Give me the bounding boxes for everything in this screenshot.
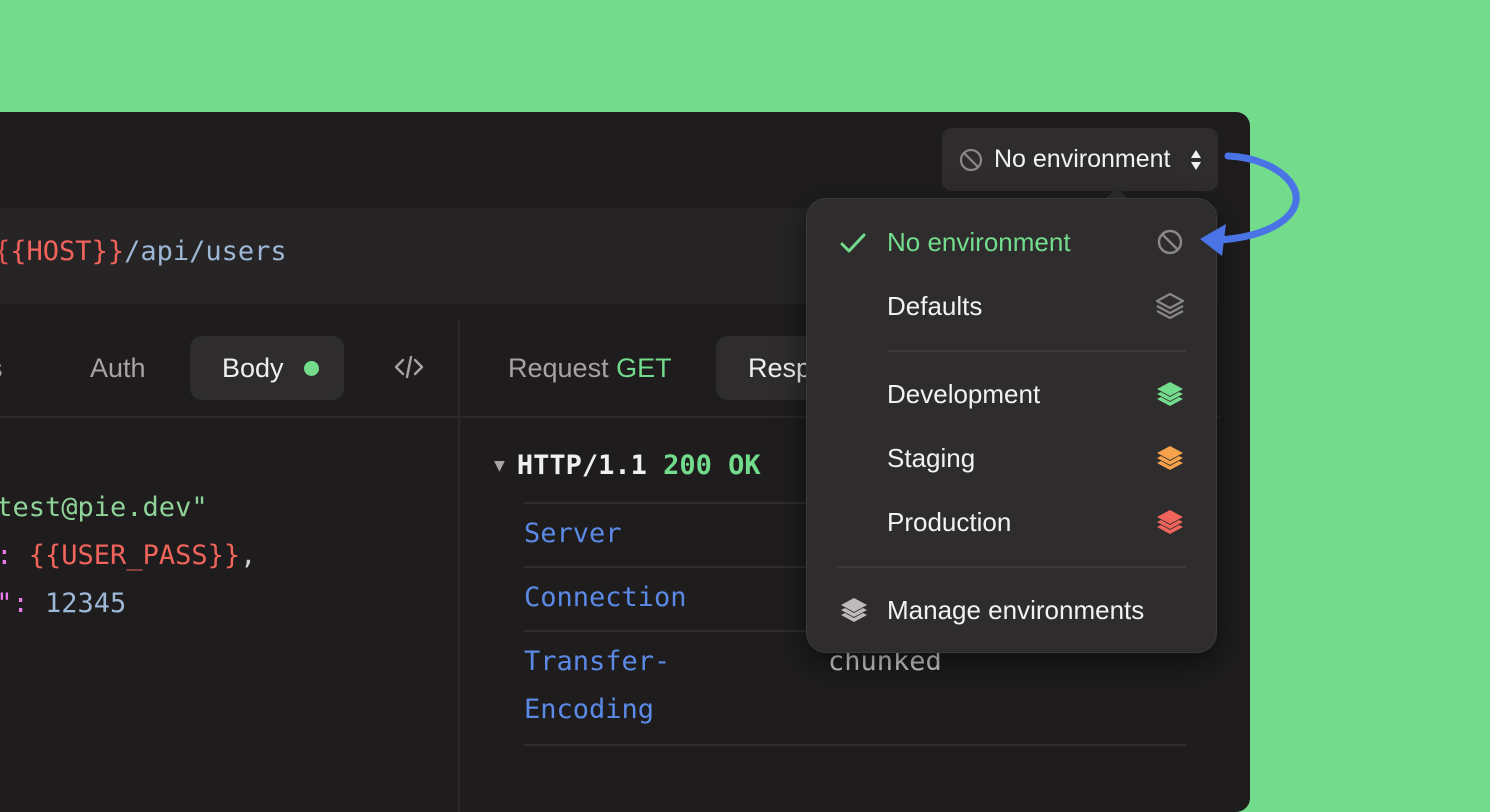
status-line[interactable]: ▼ HTTP/1.1 200 OK xyxy=(494,450,761,481)
request-body-editor[interactable]: "test@pie.dev" ": {{USER_PASS}}, d": 123… xyxy=(0,492,256,647)
header-name: Connection xyxy=(524,582,687,613)
code-icon[interactable] xyxy=(394,352,424,382)
tab-request[interactable]: Request GET xyxy=(508,336,672,400)
url-var-name: HOST xyxy=(26,236,92,267)
environment-selector-button[interactable]: No environment xyxy=(942,128,1218,191)
menu-item-label: No environment xyxy=(887,227,1071,257)
menu-item-label: Manage environments xyxy=(887,595,1145,625)
top-bar: No environment xyxy=(0,112,1250,208)
menu-item-label: Production xyxy=(887,507,1012,537)
code-key: ": xyxy=(0,540,29,571)
header-name: Server xyxy=(524,518,622,549)
layers-icon xyxy=(1157,382,1183,406)
collapse-triangle-icon[interactable]: ▼ xyxy=(494,455,505,476)
modified-dot-icon xyxy=(304,361,319,376)
menu-divider xyxy=(887,350,1186,352)
menu-item-development[interactable]: Development xyxy=(807,367,1216,423)
code-number: 12345 xyxy=(45,588,127,619)
layers-icon xyxy=(1157,446,1183,470)
menu-item-manage-environments[interactable]: Manage environments xyxy=(807,583,1216,639)
code-string: "test@pie.dev" xyxy=(0,492,208,523)
request-method: GET xyxy=(616,353,672,383)
code-line: "test@pie.dev" xyxy=(0,492,208,532)
menu-item-no-environment[interactable]: No environment xyxy=(807,215,1216,271)
layers-icon xyxy=(841,598,867,622)
code-line: ": {{USER_PASS}}, xyxy=(0,540,256,580)
tab-request-label: Request xyxy=(508,353,609,383)
environment-selector-label: No environment xyxy=(994,145,1171,173)
menu-item-label: Staging xyxy=(887,443,976,473)
request-tabs: rs Auth Body xyxy=(0,320,458,418)
menu-item-label: Defaults xyxy=(887,291,983,321)
status-code: 200 OK xyxy=(663,450,761,481)
menu-item-production[interactable]: Production xyxy=(807,495,1216,551)
protocol: HTTP/1.1 xyxy=(516,450,647,481)
header-name-cont: Encoding xyxy=(524,694,655,725)
checkmark-icon xyxy=(840,233,866,253)
no-environment-icon xyxy=(959,148,983,171)
tab-headers[interactable]: rs xyxy=(0,336,3,400)
code-template-var: {{USER_PASS}} xyxy=(28,540,241,571)
url-variable: {HOST}} xyxy=(10,236,124,267)
url-var-open: { xyxy=(10,236,27,267)
url-path: /api/users xyxy=(124,236,287,267)
tab-auth[interactable]: Auth xyxy=(90,336,146,400)
url-brace: { xyxy=(0,236,10,267)
menu-item-label: Development xyxy=(887,379,1041,409)
url-var-close: }} xyxy=(91,236,125,267)
code-key: d": xyxy=(0,588,29,619)
layers-icon xyxy=(1155,292,1185,320)
menu-item-staging[interactable]: Staging xyxy=(807,431,1216,487)
tab-body[interactable]: Body xyxy=(190,336,344,400)
code-punct: , xyxy=(240,540,257,571)
url-text: {{HOST}}/api/users xyxy=(0,236,287,267)
header-name: Transfer- xyxy=(524,646,671,677)
menu-item-defaults[interactable]: Defaults xyxy=(807,279,1216,335)
environment-menu: No environment Defaults Development Stag… xyxy=(806,198,1217,653)
callout-arrow-icon xyxy=(1200,152,1300,256)
code-line: d": 12345 xyxy=(0,588,126,628)
no-environment-icon xyxy=(1157,229,1183,255)
layers-icon xyxy=(1157,510,1183,534)
tab-body-label: Body xyxy=(222,353,284,383)
menu-divider xyxy=(837,566,1186,568)
